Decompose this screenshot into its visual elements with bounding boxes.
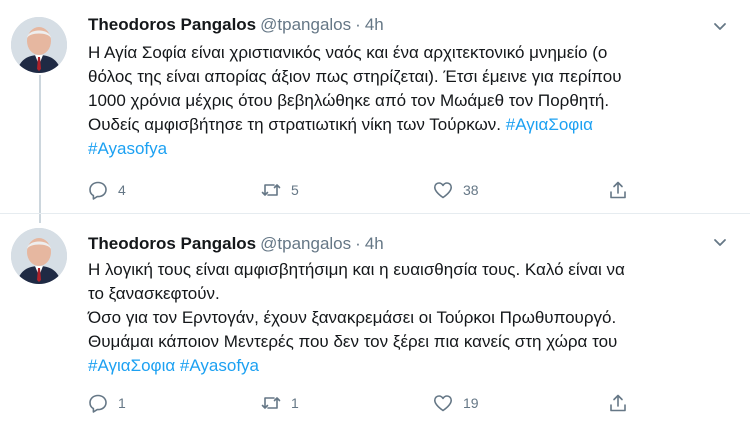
tweet-text-line: θόλος της είναι απορίας άξιον πως στηρίζ… bbox=[88, 67, 622, 86]
author-name[interactable]: Theodoros Pangalos bbox=[88, 15, 256, 34]
avatar-image bbox=[11, 228, 67, 284]
tweet-text: Η λογική τους είναι αμφισβητήσιμη και η … bbox=[88, 258, 728, 378]
tweet[interactable]: Theodoros Pangalos @tpangalos · 4h Η λογική… bbox=[0, 213, 750, 431]
share-icon bbox=[610, 181, 626, 199]
author-handle[interactable]: @tpangalos bbox=[260, 234, 351, 253]
reply-icon bbox=[89, 181, 107, 200]
timeline: Theodoros Pangalos @tpangalos · 4h Η Αγία Σ… bbox=[0, 0, 750, 430]
avatar[interactable] bbox=[11, 17, 67, 73]
tweet-text-line: Η Αγία Σοφία είναι χριστιανικός ναός και… bbox=[88, 43, 608, 62]
tweet-text-line: 1000 χρόνια μέχρις ότου βεβηλώθηκε από τ… bbox=[88, 91, 610, 110]
hashtag-link[interactable]: #ΑγιαΣοφια bbox=[88, 356, 175, 375]
retweet-count: 1 bbox=[291, 395, 299, 411]
tweet-text: Η Αγία Σοφία είναι χριστιανικός ναός και… bbox=[88, 41, 728, 161]
separator-dot: · bbox=[355, 234, 361, 253]
avatar-image bbox=[11, 17, 67, 73]
tweet-text-line: #ΑγιαΣοφια #Ayasofya bbox=[88, 354, 728, 378]
share-icon bbox=[610, 394, 626, 412]
tweet-header: Theodoros Pangalos @tpangalos · 4h bbox=[88, 234, 384, 254]
share-button[interactable] bbox=[608, 179, 638, 201]
reply-button[interactable]: 4 bbox=[88, 179, 126, 201]
tweet-text-line: Όσο για τον Ερντογάν, έχουν ξανακρεμάσει… bbox=[88, 308, 617, 327]
hashtag-link[interactable]: #ΑγιαΣοφια bbox=[506, 115, 593, 134]
retweet-icon bbox=[261, 184, 281, 196]
like-count: 38 bbox=[463, 182, 479, 198]
author-name[interactable]: Theodoros Pangalos bbox=[88, 234, 256, 253]
tweet-actions: 1 1 19 bbox=[88, 392, 648, 414]
chevron-down-icon[interactable] bbox=[712, 234, 728, 250]
tweet-text-line: Η λογική τους είναι αμφισβητήσιμη και η … bbox=[88, 260, 625, 279]
hashtag-link[interactable]: #Ayasofya bbox=[88, 139, 167, 158]
avatar[interactable] bbox=[11, 228, 67, 284]
like-button[interactable]: 38 bbox=[433, 179, 479, 201]
tweet-text-line: #Ayasofya bbox=[88, 137, 728, 161]
timestamp[interactable]: 4h bbox=[365, 234, 384, 253]
reply-count: 4 bbox=[118, 182, 126, 198]
tweet-text-line: το ξανασκεφτούν. bbox=[88, 284, 220, 303]
retweet-icon bbox=[261, 397, 281, 409]
tweet-text-line: Ουδείς αμφισβήτησε τη στρατιωτική νίκη τ… bbox=[88, 113, 728, 137]
tweet-actions: 4 5 38 bbox=[88, 179, 648, 201]
retweet-button[interactable]: 5 bbox=[261, 179, 299, 201]
separator-dot: · bbox=[355, 15, 361, 34]
retweet-button[interactable]: 1 bbox=[261, 392, 299, 414]
like-button[interactable]: 19 bbox=[433, 392, 479, 414]
author-handle[interactable]: @tpangalos bbox=[260, 15, 351, 34]
tweet[interactable]: Theodoros Pangalos @tpangalos · 4h Η Αγία Σ… bbox=[0, 0, 750, 213]
retweet-count: 5 bbox=[291, 182, 299, 198]
tweet-header: Theodoros Pangalos @tpangalos · 4h bbox=[88, 15, 384, 35]
reply-button[interactable]: 1 bbox=[88, 392, 126, 414]
timestamp[interactable]: 4h bbox=[365, 15, 384, 34]
like-count: 19 bbox=[463, 395, 479, 411]
tweet-text-segment: Ουδείς αμφισβήτησε τη στρατιωτική νίκη τ… bbox=[88, 115, 502, 134]
tweet-text-line: Θυμάμαι κάποιον Μεντερές που δεν τον ξέρ… bbox=[88, 332, 618, 351]
chevron-down-icon[interactable] bbox=[712, 18, 728, 34]
reply-icon bbox=[89, 394, 107, 413]
heart-icon bbox=[434, 182, 452, 199]
hashtag-link[interactable]: #Ayasofya bbox=[180, 356, 259, 375]
reply-count: 1 bbox=[118, 395, 126, 411]
heart-icon bbox=[434, 395, 452, 412]
share-button[interactable] bbox=[608, 392, 638, 414]
